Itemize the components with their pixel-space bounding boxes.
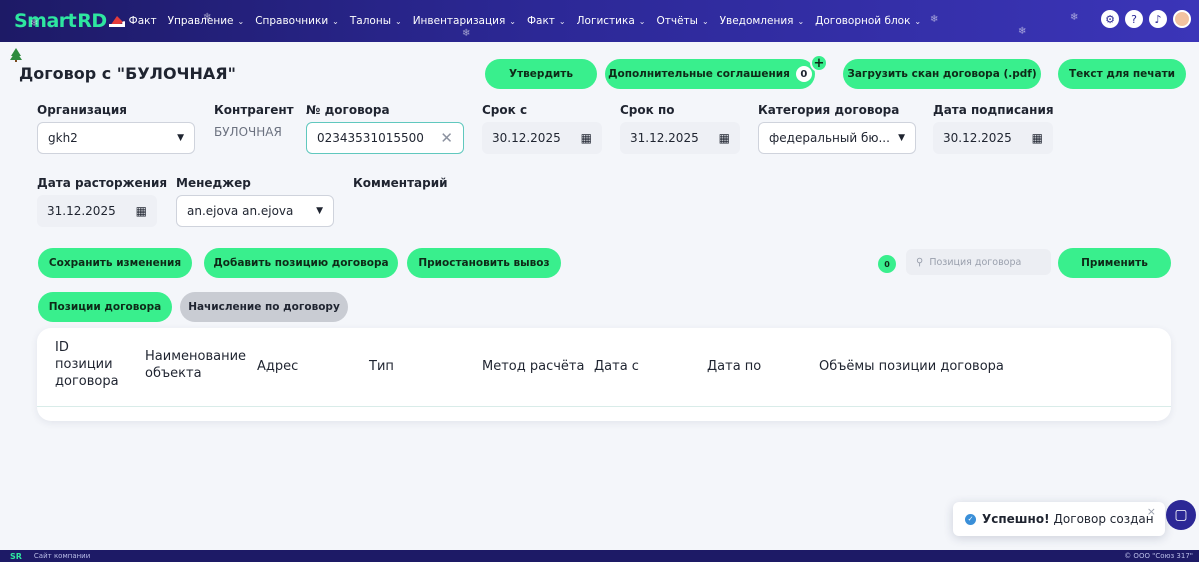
sign-date-label: Дата подписания: [933, 103, 1054, 117]
chevron-down-icon: ⌄: [797, 16, 805, 26]
chevron-down-icon: ⌄: [395, 16, 402, 26]
copyright-text: © ООО "Союз 317": [1124, 552, 1193, 560]
termination-date-input[interactable]: 31.12.2025 ▦: [37, 195, 157, 227]
contract-number-input[interactable]: 02343531015500 ✕: [306, 122, 464, 154]
approve-button[interactable]: Утвердить: [485, 59, 597, 89]
additional-agreements-button[interactable]: Дополнительные соглашения 0: [605, 59, 815, 89]
contract-number-label: № договора: [306, 103, 390, 117]
santa-hat-icon: [108, 16, 125, 27]
calendar-icon: ▦: [135, 204, 147, 218]
print-text-button[interactable]: Текст для печати: [1058, 59, 1186, 89]
nav-item-inventory[interactable]: Инвентаризация ⌄: [413, 15, 516, 27]
logo[interactable]: Smart RD: [0, 0, 125, 42]
positions-table: ID позиции договора Наименование объекта…: [37, 328, 1171, 421]
column-header-volumes[interactable]: Объёмы позиции договора: [819, 358, 1004, 375]
sign-date-input[interactable]: 30.12.2025 ▦: [933, 122, 1053, 154]
company-site-link[interactable]: Сайт компании: [34, 552, 90, 560]
christmas-tree-icon: [10, 48, 22, 62]
success-toast: ✓ Успешно! Договор создан ×: [953, 502, 1165, 536]
calendar-icon: ▦: [1031, 131, 1043, 145]
footer-logo: SR: [10, 551, 22, 561]
snowflake-icon: ❄: [30, 18, 39, 29]
close-icon[interactable]: ×: [1147, 505, 1156, 518]
settings-icon[interactable]: ⚙: [1101, 10, 1119, 28]
category-select[interactable]: федеральный бю... ▼: [758, 122, 916, 154]
logo-smart-text: Smart: [14, 10, 77, 32]
chevron-down-icon: ⌄: [638, 16, 646, 26]
bell-icon[interactable]: ♪: [1149, 10, 1167, 28]
check-icon: ✓: [965, 513, 976, 525]
termination-date-label: Дата расторжения: [37, 176, 168, 190]
snowflake-icon: ❄: [930, 14, 939, 25]
nav-item-fact-1[interactable]: Факт: [129, 15, 157, 27]
help-icon[interactable]: ?: [1125, 10, 1143, 28]
filter-count-badge: 0: [878, 255, 896, 273]
category-label: Категория договора: [758, 103, 900, 117]
position-search-input[interactable]: ⚲ Позиция договора: [906, 249, 1051, 275]
snowflake-icon: ❄: [1018, 26, 1027, 37]
caret-down-icon: ▼: [898, 133, 905, 143]
date-from-label: Срок с: [482, 103, 528, 117]
apply-button[interactable]: Применить: [1058, 248, 1171, 278]
top-navigation-bar: Smart RD Факт Управление ⌄ Справочники ⌄ Т…: [0, 0, 1199, 42]
add-position-button[interactable]: Добавить позицию договора: [204, 248, 398, 278]
chevron-down-icon: ⌄: [509, 16, 516, 26]
nav-item-reports[interactable]: Отчёты ⌄: [656, 15, 708, 27]
chevron-down-icon: ⌄: [914, 16, 922, 26]
agreements-count-badge: 0: [795, 66, 812, 82]
logo-rd-text: RD: [77, 10, 107, 32]
tab-contract-accrual[interactable]: Начисление по договору: [180, 292, 348, 322]
tab-contract-positions[interactable]: Позиции договора: [38, 292, 172, 322]
upload-scan-button[interactable]: Загрузить скан договора (.pdf): [843, 59, 1041, 89]
toast-message: Договор создан: [1053, 512, 1154, 526]
user-avatar[interactable]: [1173, 10, 1191, 28]
snowflake-icon: ❄: [1070, 12, 1079, 23]
column-header-type[interactable]: Тип: [369, 358, 394, 375]
add-agreement-button[interactable]: +: [810, 54, 828, 72]
chat-icon[interactable]: ▢: [1166, 500, 1196, 530]
save-changes-button[interactable]: Сохранить изменения: [38, 248, 192, 278]
clear-icon[interactable]: ✕: [440, 129, 453, 147]
date-to-input[interactable]: 31.12.2025 ▦: [620, 122, 740, 154]
manager-select[interactable]: an.ejova an.ejova ▼: [176, 195, 334, 227]
page-title: Договор с "БУЛОЧНАЯ": [19, 64, 236, 83]
nav-right-icons: ⚙ ? ♪: [1101, 10, 1191, 28]
calendar-icon: ▦: [580, 131, 592, 145]
chevron-down-icon: ⌄: [332, 16, 339, 26]
column-header-position-id[interactable]: ID позиции договора: [55, 339, 119, 390]
nav-item-logistics[interactable]: Логистика ⌄: [577, 15, 646, 27]
column-header-date-from[interactable]: Дата с: [594, 358, 639, 375]
column-header-address[interactable]: Адрес: [257, 358, 298, 375]
comment-label: Комментарий: [353, 176, 448, 190]
organization-label: Организация: [37, 103, 127, 117]
caret-down-icon: ▼: [316, 206, 323, 216]
column-header-object-name[interactable]: Наименование объекта: [145, 348, 246, 382]
organization-select[interactable]: gkh2 ▼: [37, 122, 195, 154]
nav-item-notifications[interactable]: Уведомления ⌄: [720, 15, 805, 27]
suspend-removal-button[interactable]: Приостановить вывоз: [407, 248, 561, 278]
search-icon: ⚲: [916, 256, 924, 268]
nav-item-coupons[interactable]: Талоны ⌄: [350, 15, 402, 27]
chevron-down-icon: ⌄: [558, 16, 566, 26]
date-from-input[interactable]: 30.12.2025 ▦: [482, 122, 602, 154]
manager-label: Менеджер: [176, 176, 251, 190]
column-header-calc-method[interactable]: Метод расчёта: [482, 358, 584, 375]
calendar-icon: ▦: [718, 131, 730, 145]
footer: SR Сайт компании © ООО "Союз 317": [0, 550, 1199, 562]
column-header-date-to[interactable]: Дата по: [707, 358, 761, 375]
nav-item-fact-2[interactable]: Факт ⌄: [527, 15, 566, 27]
toast-title: Успешно!: [982, 512, 1050, 526]
chevron-down-icon: ⌄: [237, 16, 245, 26]
nav-item-directories[interactable]: Справочники ⌄: [255, 15, 339, 27]
date-to-label: Срок по: [620, 103, 675, 117]
chevron-down-icon: ⌄: [701, 16, 709, 26]
nav-menu: Факт Управление ⌄ Справочники ⌄ Талоны ⌄ Ин…: [129, 0, 932, 42]
snowflake-icon: ❄: [203, 12, 212, 23]
counterparty-label: Контрагент: [214, 103, 294, 117]
snowflake-icon: ❄: [462, 28, 471, 39]
nav-item-contract-block[interactable]: Договорной блок ⌄: [815, 15, 921, 27]
table-divider: [37, 406, 1171, 407]
counterparty-value: БУЛОЧНАЯ: [214, 125, 282, 139]
caret-down-icon: ▼: [177, 133, 184, 143]
